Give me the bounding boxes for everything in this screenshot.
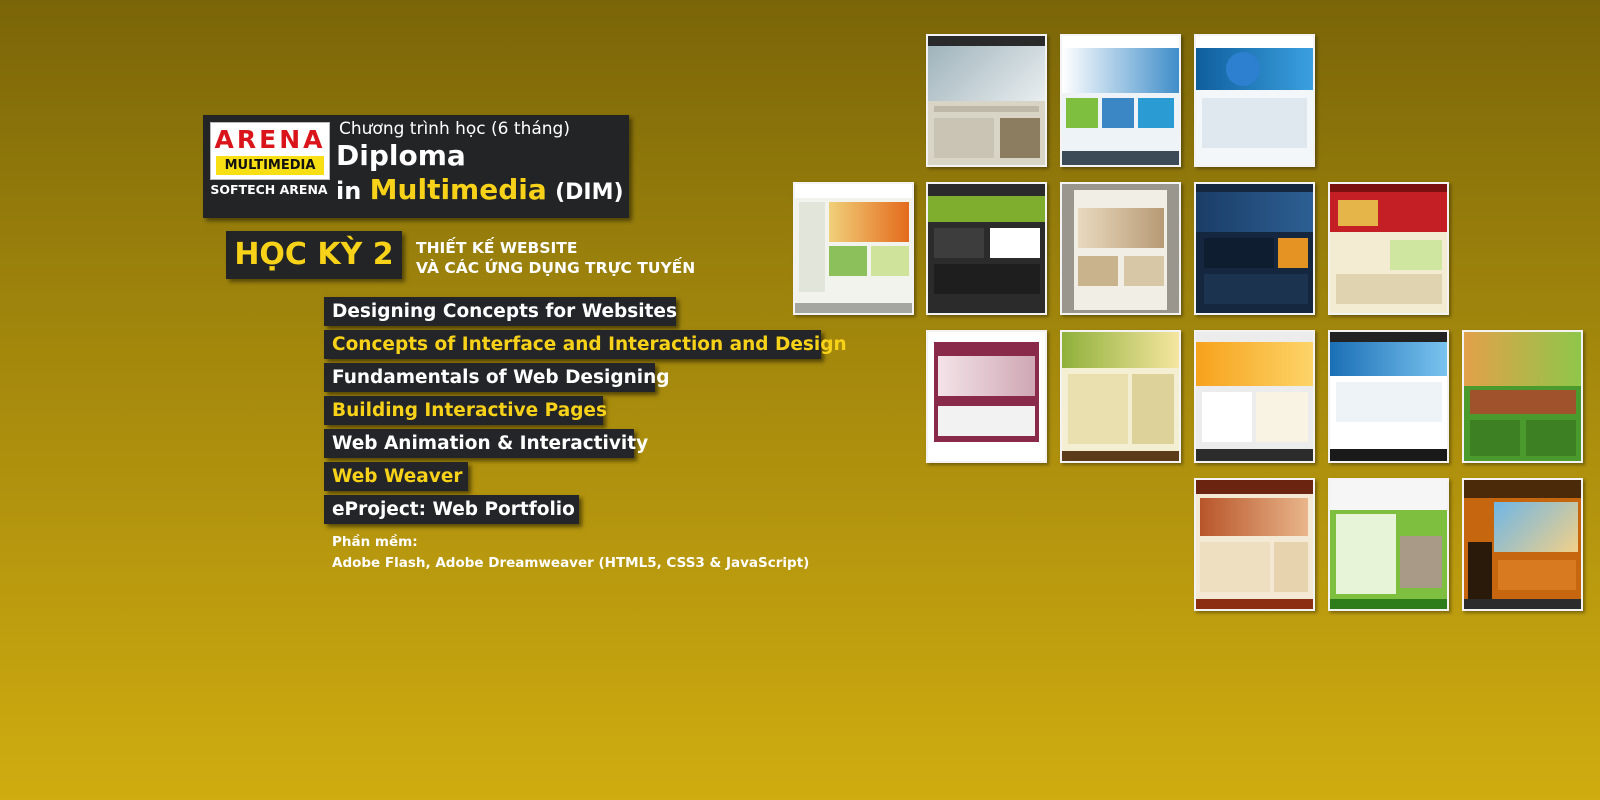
course-item: Web Weaver (324, 462, 468, 491)
software-label: Phần mềm: (332, 534, 418, 550)
website-thumbnail (926, 34, 1047, 167)
website-thumbnail (1462, 330, 1583, 463)
course-item: Concepts of Interface and Interaction an… (324, 330, 847, 359)
program-in: in (336, 177, 362, 205)
course-item: Web Animation & Interactivity (324, 429, 648, 458)
website-thumbnail (1194, 34, 1315, 167)
semester-title-line1: THIẾT KẾ WEBSITE (416, 239, 578, 257)
website-thumbnail (1060, 34, 1181, 167)
website-thumbnail (1328, 182, 1449, 315)
website-thumbnail (1194, 182, 1315, 315)
course-label: Fundamentals of Web Designing (332, 367, 670, 388)
website-thumbnail (1462, 478, 1583, 611)
arena-multimedia-logo: ARENA MULTIMEDIA (210, 122, 330, 180)
website-thumbnail (1328, 478, 1449, 611)
website-thumbnail (926, 182, 1047, 315)
software-list: Adobe Flash, Adobe Dreamweaver (HTML5, C… (332, 555, 810, 571)
website-thumbnail (793, 182, 914, 315)
logo-arena-text: ARENA (214, 125, 326, 154)
program-dim: (DIM) (555, 180, 624, 205)
course-label: Designing Concepts for Websites (332, 301, 677, 322)
website-thumbnail (1194, 478, 1315, 611)
website-thumbnail (1060, 330, 1181, 463)
course-item: eProject: Web Portfolio (324, 495, 579, 524)
website-thumbnail (1060, 182, 1181, 315)
website-thumbnail (926, 330, 1047, 463)
course-label: Concepts of Interface and Interaction an… (332, 334, 847, 355)
program-name: in Multimedia (DIM) (336, 173, 624, 206)
semester-title-line2: VÀ CÁC ỨNG DỤNG TRỰC TUYẾN (416, 259, 696, 277)
program-header: ARENA MULTIMEDIA SOFTECH ARENA Chương tr… (203, 115, 629, 218)
course-label: Web Weaver (332, 466, 463, 487)
course-label: eProject: Web Portfolio (332, 499, 575, 520)
course-item: Building Interactive Pages (324, 396, 607, 425)
course-item: Designing Concepts for Websites (324, 297, 677, 326)
program-diploma: Diploma (336, 139, 466, 172)
semester-badge: HỌC KỲ 2 (226, 231, 402, 279)
course-label: Building Interactive Pages (332, 400, 607, 421)
course-item: Fundamentals of Web Designing (324, 363, 670, 392)
website-thumbnail (1328, 330, 1449, 463)
course-label: Web Animation & Interactivity (332, 433, 649, 454)
program-multimedia: Multimedia (369, 173, 547, 206)
semester-title: THIẾT KẾ WEBSITE VÀ CÁC ỨNG DỤNG TRỰC TU… (416, 238, 695, 278)
website-thumbnail (1194, 330, 1315, 463)
software-info: Phần mềm: Adobe Flash, Adobe Dreamweaver… (332, 532, 809, 574)
program-duration: Chương trình học (6 tháng) (339, 119, 570, 139)
logo-multimedia-text: MULTIMEDIA (216, 156, 324, 175)
logo-subtitle: SOFTECH ARENA (210, 182, 328, 197)
